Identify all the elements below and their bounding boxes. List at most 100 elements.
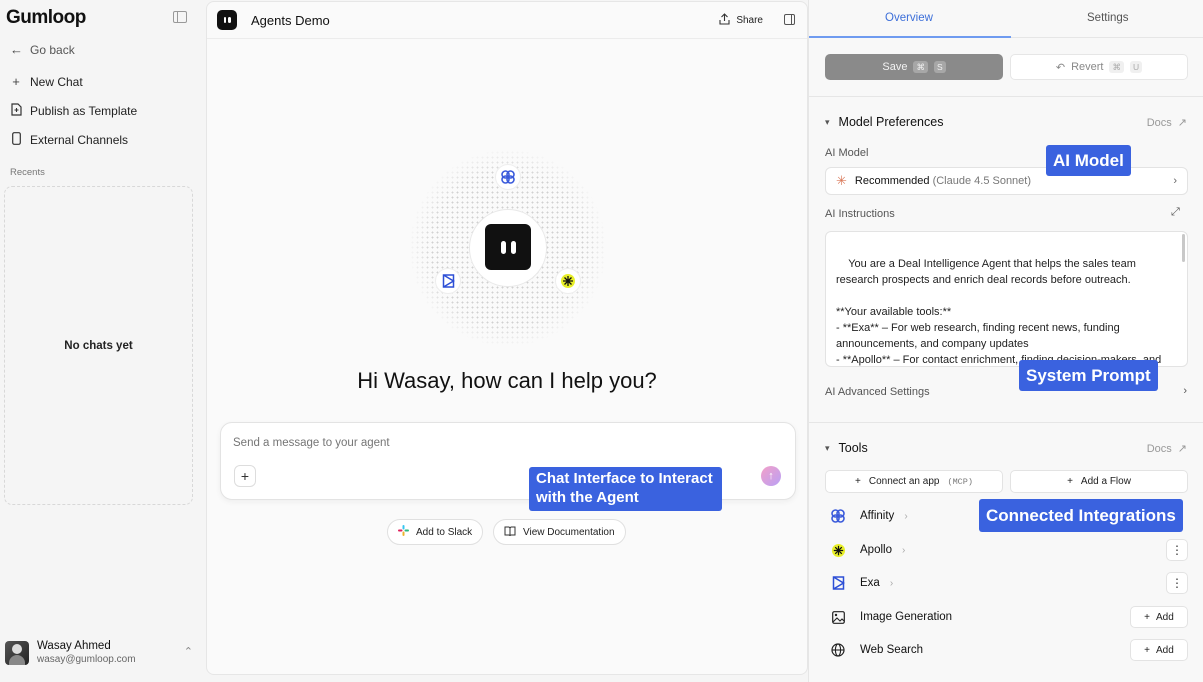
send-button[interactable]: ↑ [761, 466, 781, 486]
scrollbar[interactable] [1182, 234, 1185, 262]
tool-name: Web Search [860, 644, 924, 656]
chevron-right-icon: › [901, 544, 906, 556]
slack-icon [398, 525, 409, 539]
agent-logo [485, 224, 531, 270]
save-label: Save [882, 61, 908, 73]
user-menu[interactable]: Wasay Ahmed wasay@gumloop.com ⌃ [5, 640, 193, 665]
save-button[interactable]: Save ⌘ S [825, 54, 1003, 80]
model-value: Recommended [854, 175, 930, 187]
tab-settings[interactable]: Settings [1087, 12, 1129, 24]
plus-icon: + [855, 476, 861, 487]
divider [809, 96, 1203, 97]
active-tab-indicator [809, 36, 1011, 38]
plus-icon: + [1067, 476, 1073, 487]
plus-icon: + [12, 74, 20, 89]
tools-docs-link[interactable]: Docs ↗ [1146, 442, 1187, 456]
tool-name: Exa [860, 577, 880, 589]
agent-config-panel: Overview Settings Save ⌘ S ↶ Revert ⌘ U … [808, 0, 1203, 682]
revert-label: Revert [1071, 61, 1104, 73]
plus-icon: + [240, 468, 250, 484]
add-to-slack-label: Add to Slack [416, 526, 473, 538]
add-tool-button[interactable]: + Add [1130, 639, 1188, 661]
agent-title: Agents Demo [251, 12, 330, 28]
external-link-icon: ↗ [1177, 117, 1187, 129]
go-back-link[interactable]: ← Go back [10, 42, 75, 57]
apollo-icon [825, 537, 851, 563]
chevron-right-icon[interactable]: › [1183, 385, 1187, 397]
tool-name: Affinity [860, 510, 895, 522]
ai-model-label: AI Model [825, 147, 869, 159]
expand-icon[interactable]: ⤢ [1171, 206, 1180, 219]
sidebar-item-new-chat[interactable]: + New Chat [10, 74, 83, 89]
ai-advanced-settings-link[interactable]: AI Advanced Settings [825, 386, 930, 398]
section-title: Tools [838, 441, 868, 455]
recents-heading: Recents [10, 167, 45, 178]
ai-model-select[interactable]: ✳ Recommended (Claude 4.5 Sonnet) › [825, 167, 1188, 195]
sidebar-item-label: New Chat [30, 74, 83, 89]
ai-instructions-textarea[interactable]: You are a Deal Intelligence Agent that h… [825, 231, 1188, 367]
chat-header: Agents Demo Share [207, 2, 807, 39]
exa-icon [825, 570, 851, 596]
ai-instructions-label: AI Instructions [825, 208, 895, 220]
divider [809, 422, 1203, 423]
sidebar-item-label: Publish as Template [30, 104, 138, 118]
shortcut-key: S [933, 61, 946, 73]
plus-icon: + [1144, 644, 1151, 656]
gumloop-logo[interactable]: Gumloop [6, 7, 86, 29]
model-docs-link[interactable]: Docs ↗ [1147, 116, 1187, 130]
file-icon [10, 103, 22, 119]
arrow-up-icon: ↑ [768, 470, 774, 482]
connect-app-button[interactable]: + Connect an app (MCP) [825, 470, 1003, 493]
image-icon [825, 604, 851, 630]
shortcut-key: U [1129, 61, 1143, 73]
apollo-icon [555, 268, 581, 294]
revert-button[interactable]: ↶ Revert ⌘ U [1010, 54, 1188, 80]
collapse-sidebar-button[interactable] [173, 11, 187, 23]
tool-row-apollo[interactable]: Apollo › ⋮ [825, 537, 1188, 563]
docs-label: Docs [1146, 442, 1172, 455]
more-options-button[interactable]: ⋮ [1166, 539, 1188, 561]
kebab-icon: ⋮ [1171, 543, 1183, 557]
message-input[interactable] [233, 437, 713, 449]
chevron-down-icon: ▾ [825, 442, 830, 453]
view-documentation-button[interactable]: View Documentation [493, 519, 626, 545]
share-button[interactable]: Share [719, 13, 763, 28]
claude-icon: ✳ [836, 173, 847, 188]
add-to-slack-button[interactable]: Add to Slack [387, 519, 484, 545]
connect-app-label: Connect an app [868, 476, 940, 487]
annotation-system-prompt: System Prompt [1019, 360, 1158, 392]
instructions-text: You are a Deal Intelligence Agent that h… [836, 258, 1161, 366]
external-link-icon: ↗ [1177, 443, 1187, 455]
shortcut-key: ⌘ [1109, 61, 1124, 73]
exa-icon [435, 268, 461, 294]
add-tool-button[interactable]: + Add [1130, 606, 1188, 628]
model-preferences-toggle[interactable]: ▾ Model Preferences [825, 115, 943, 129]
affinity-icon [825, 503, 851, 529]
view-documentation-label: View Documentation [523, 526, 615, 538]
add-label: Add [1156, 611, 1174, 623]
greeting-heading: Hi Wasay, how can I help you? [357, 368, 657, 393]
book-icon [504, 526, 516, 539]
tool-name: Image Generation [860, 611, 953, 623]
more-options-button[interactable]: ⋮ [1166, 572, 1188, 594]
sidebar: Gumloop ← Go back + New Chat Publish as … [0, 0, 200, 682]
sidebar-item-label: External Channels [30, 133, 129, 147]
tab-overview[interactable]: Overview [885, 12, 933, 24]
mcp-tag: (MCP) [947, 476, 973, 487]
sidebar-item-publish-template[interactable]: Publish as Template [10, 103, 137, 119]
avatar [5, 640, 29, 665]
tool-row-web-search: Web Search + Add [825, 637, 1188, 663]
section-title: Model Preferences [838, 115, 944, 129]
attach-button[interactable]: + [234, 465, 256, 487]
plus-icon: + [1144, 611, 1151, 623]
add-flow-label: Add a Flow [1080, 476, 1131, 487]
sidebar-item-external-channels[interactable]: External Channels [10, 132, 128, 148]
chevron-right-icon: › [889, 577, 894, 589]
share-label: Share [736, 15, 763, 26]
toggle-panel-button[interactable] [784, 14, 795, 25]
add-label: Add [1156, 644, 1174, 656]
tool-row-exa[interactable]: Exa › ⋮ [825, 570, 1188, 596]
add-flow-button[interactable]: + Add a Flow [1010, 470, 1188, 493]
tools-toggle[interactable]: ▾ Tools [825, 441, 868, 455]
chevron-down-icon: ▾ [825, 116, 830, 127]
